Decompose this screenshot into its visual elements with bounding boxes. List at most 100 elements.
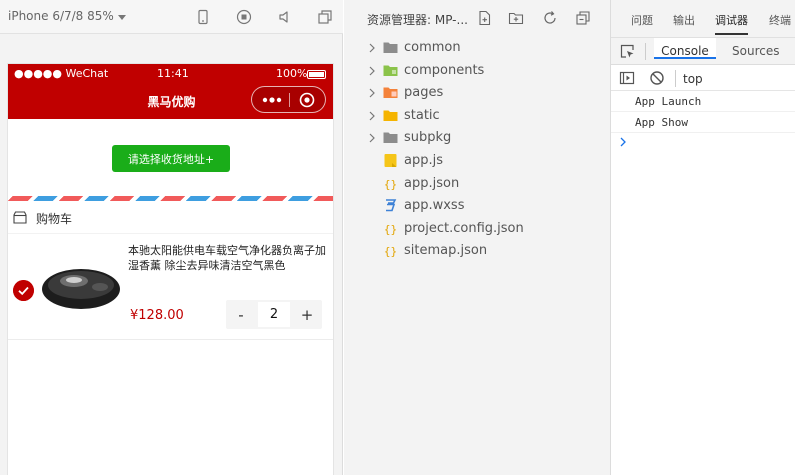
simulator-panel: iPhone 6/7/8 85% ●●●●● WeChat 11:41 100%… <box>0 0 343 475</box>
panel-tabs: 问题 输出 调试器 终端 <box>611 0 795 38</box>
quantity-input[interactable]: 2 <box>258 302 290 327</box>
collapse-all-icon[interactable] <box>575 10 591 26</box>
increase-button[interactable]: + <box>292 300 322 329</box>
more-dots-icon[interactable] <box>261 95 283 105</box>
chevron-right-icon <box>369 88 375 98</box>
cart-header: 购物车 <box>8 201 333 234</box>
folder-gray-icon <box>383 42 398 53</box>
tree-item-static[interactable]: static <box>344 105 610 128</box>
phone-screen: ●●●●● WeChat 11:41 100% 黑马优购 请选择收货地址+ 购物… <box>7 63 334 475</box>
js-file-icon <box>384 153 397 167</box>
refresh-icon[interactable] <box>542 10 558 26</box>
cart-title: 购物车 <box>36 212 73 226</box>
tab-problems[interactable]: 问题 <box>631 12 653 28</box>
console-toolbar: top <box>611 65 795 91</box>
choose-address-button[interactable]: 请选择收货地址+ <box>112 145 230 172</box>
tree-item-label: subpkg <box>404 130 452 146</box>
capsule-divider <box>289 93 290 107</box>
inspect-element-icon[interactable] <box>620 44 635 59</box>
json-file-icon: {} <box>384 223 397 235</box>
css-file-icon <box>386 199 397 212</box>
tree-item-label: sitemap.json <box>404 243 488 259</box>
close-miniprogram-icon[interactable] <box>299 92 315 108</box>
goods-item: 本驰太阳能供电车载空气净化器负离子加湿香薰 除尘去异味清洁空气黑色 ¥128.0… <box>8 234 333 340</box>
chevron-right-icon <box>369 43 375 53</box>
tab-output[interactable]: 输出 <box>673 12 695 28</box>
svg-text:{}: {} <box>384 223 397 235</box>
goods-name: 本驰太阳能供电车载空气净化器负离子加湿香薰 除尘去异味清洁空气黑色 <box>128 244 326 272</box>
clock-label: 11:41 <box>157 67 189 80</box>
context-select[interactable]: top <box>683 72 703 86</box>
console-log-row: App Launch <box>611 91 795 112</box>
volume-icon[interactable] <box>277 9 293 25</box>
tree-item-subpkg[interactable]: subpkg <box>344 127 610 150</box>
ide-window: iPhone 6/7/8 85% ●●●●● WeChat 11:41 100%… <box>0 0 795 475</box>
tree-item-sitemap[interactable]: {} sitemap.json <box>344 240 610 263</box>
tree-item-label: app.js <box>404 152 443 168</box>
tree-item-project-config[interactable]: {} project.config.json <box>344 218 610 241</box>
log-message: App Show <box>635 116 688 129</box>
tree-item-label: project.config.json <box>404 220 524 236</box>
log-message: App Launch <box>635 95 702 108</box>
tab-debugger[interactable]: 调试器 <box>715 12 748 35</box>
chevron-right-icon <box>620 137 626 147</box>
toolbar-divider <box>645 43 646 60</box>
tab-console[interactable]: Console <box>654 38 716 59</box>
console-log-row: App Show <box>611 112 795 133</box>
file-tree: common components pages static subpkg ap… <box>344 37 610 263</box>
stop-icon[interactable] <box>236 9 252 25</box>
goods-price: ¥128.00 <box>130 308 184 323</box>
clear-console-icon[interactable] <box>649 70 665 86</box>
explorer-panel: 资源管理器: MP-... common components pages st… <box>344 0 610 475</box>
tree-item-label: static <box>404 107 440 123</box>
tree-item-app-json[interactable]: {} app.json <box>344 173 610 196</box>
chevron-right-icon <box>369 111 375 121</box>
simulator-toolbar: iPhone 6/7/8 85% <box>0 0 343 34</box>
console-prompt[interactable] <box>611 133 795 153</box>
tree-item-label: app.json <box>404 175 460 191</box>
popout-window-icon[interactable] <box>317 9 333 25</box>
phone-icon[interactable] <box>195 9 211 25</box>
address-section: 请选择收货地址+ <box>8 119 333 196</box>
capsule-menu <box>251 86 326 113</box>
tab-sources[interactable]: Sources <box>732 44 779 58</box>
checkbox-checked-icon[interactable] <box>13 280 34 301</box>
device-select[interactable]: iPhone 6/7/8 85% <box>8 9 126 23</box>
tree-item-app-wxss[interactable]: app.wxss <box>344 195 610 218</box>
folder-orange-icon <box>383 87 398 99</box>
tree-item-components[interactable]: components <box>344 60 610 83</box>
folder-green-icon <box>383 65 398 76</box>
folder-yellow-icon <box>383 110 398 121</box>
new-file-icon[interactable] <box>477 10 493 26</box>
chevron-down-icon <box>117 14 126 20</box>
decrease-button[interactable]: - <box>226 300 256 329</box>
shop-icon <box>13 211 27 224</box>
tree-item-common[interactable]: common <box>344 37 610 60</box>
new-folder-icon[interactable] <box>508 10 524 26</box>
goods-image[interactable] <box>40 259 122 313</box>
sidebar-toggle-icon[interactable] <box>619 70 635 86</box>
tree-item-label: components <box>404 62 485 78</box>
tree-item-label: pages <box>404 85 444 101</box>
json-file-icon: {} <box>384 178 397 190</box>
device-label: iPhone 6/7/8 85% <box>8 9 114 23</box>
devtools-tabs: Console Sources <box>611 38 795 65</box>
tree-item-label: app.wxss <box>404 198 465 214</box>
folder-gray-icon <box>383 132 398 144</box>
explorer-title: 资源管理器: MP-... <box>367 13 468 27</box>
status-bar: ●●●●● WeChat 11:41 100% <box>8 64 333 84</box>
tab-terminal[interactable]: 终端 <box>769 12 791 28</box>
toolbar-divider <box>675 70 676 87</box>
svg-text:{}: {} <box>384 178 397 190</box>
debugger-panel: 问题 输出 调试器 终端 Console Sources top App Lau… <box>610 0 795 475</box>
chevron-right-icon <box>369 133 375 143</box>
svg-text:{}: {} <box>384 245 397 257</box>
carrier-label: ●●●●● WeChat <box>14 67 109 80</box>
explorer-header: 资源管理器: MP-... <box>344 0 610 36</box>
navigation-bar: ●●●●● WeChat 11:41 100% 黑马优购 <box>8 64 333 119</box>
tree-item-pages[interactable]: pages <box>344 82 610 105</box>
tree-item-app-js[interactable]: app.js <box>344 150 610 173</box>
quantity-stepper: - 2 + <box>226 300 322 329</box>
json-file-icon: {} <box>384 245 397 257</box>
chevron-right-icon <box>369 66 375 76</box>
